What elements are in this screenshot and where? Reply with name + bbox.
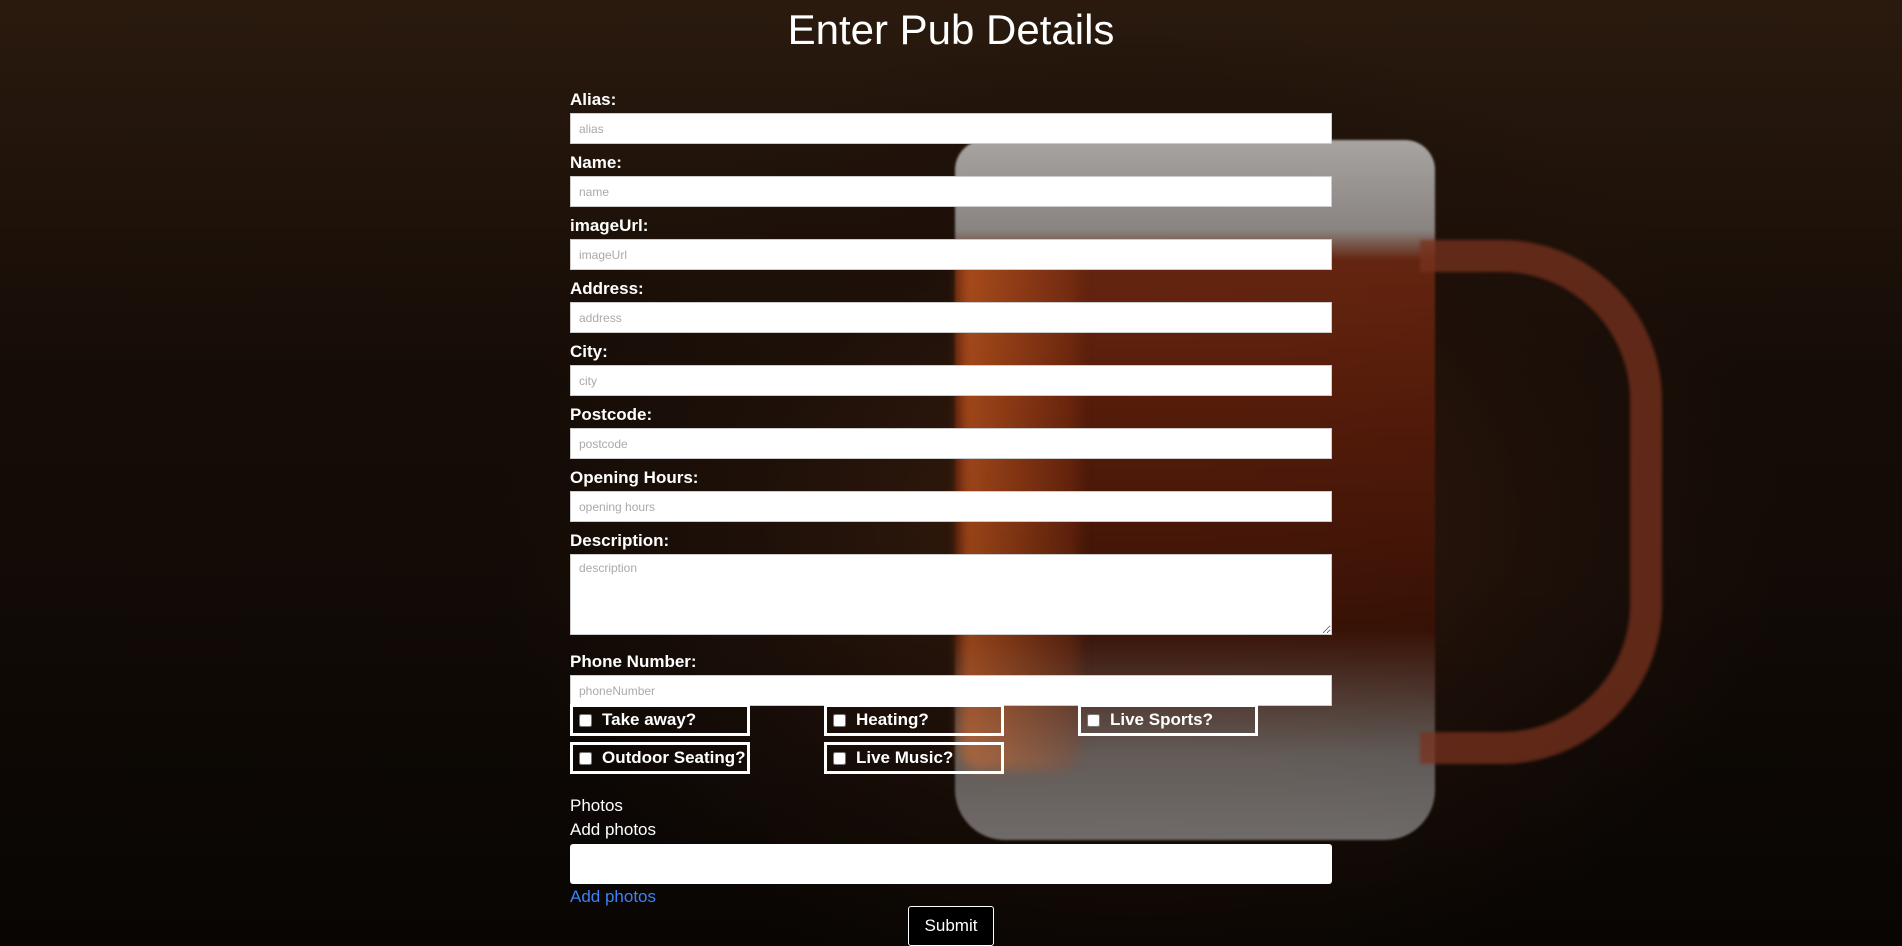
photos-section: Photos Add photos Add photos [570,796,1332,907]
live-music-label: Live Music? [856,748,954,767]
outdoor-seating-checkbox[interactable] [579,751,592,765]
beer-mug-handle [1420,240,1662,764]
alias-label: Alias: [570,90,617,109]
live-sports-label: Live Sports? [1110,710,1213,729]
live-music-option[interactable]: Live Music? [824,742,1004,774]
phone-number-label: Phone Number: [570,652,697,671]
live-music-checkbox[interactable] [833,751,846,765]
postcode-label: Postcode: [570,405,653,424]
name-input[interactable] [570,176,1332,207]
phone-number-input[interactable] [570,675,1332,706]
live-sports-checkbox[interactable] [1087,713,1100,727]
heating-option[interactable]: Heating? [824,704,1004,736]
description-label: Description: [570,531,670,550]
city-label: City: [570,342,608,361]
city-input[interactable] [570,365,1332,396]
take-away-checkbox[interactable] [579,713,592,727]
heating-label: Heating? [856,710,929,729]
opening-hours-input[interactable] [570,491,1332,522]
description-textarea[interactable] [570,554,1332,635]
outdoor-seating-label: Outdoor Seating? [602,748,746,767]
take-away-option[interactable]: Take away? [570,704,750,736]
photos-heading: Photos [570,796,623,815]
image-url-input[interactable] [570,239,1332,270]
live-sports-option[interactable]: Live Sports? [1078,704,1258,736]
outdoor-seating-option[interactable]: Outdoor Seating? [570,742,750,774]
heating-checkbox[interactable] [833,713,846,727]
opening-hours-label: Opening Hours: [570,468,699,487]
page-title: Enter Pub Details [787,6,1115,53]
submit-button[interactable]: Submit [908,906,994,946]
address-input[interactable] [570,302,1332,333]
amenities-checkboxes: Take away? Heating? Live Sports? Outdoor… [570,704,1332,774]
photos-input-box[interactable] [570,844,1332,884]
address-label: Address: [570,279,644,298]
pub-details-form: Alias: Name: imageUrl: Address: City: Po… [570,90,1332,715]
add-photos-label: Add photos [570,820,657,839]
take-away-label: Take away? [602,710,697,729]
add-photos-link[interactable]: Add photos [570,887,1332,907]
image-url-label: imageUrl: [570,216,649,235]
alias-input[interactable] [570,113,1332,144]
postcode-input[interactable] [570,428,1332,459]
name-label: Name: [570,153,622,172]
